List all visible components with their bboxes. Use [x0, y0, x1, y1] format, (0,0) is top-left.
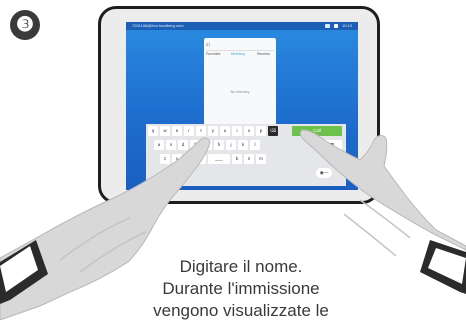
instruction-caption: Digitare il nome. Durante l'immissione v… — [118, 256, 364, 322]
caption-line-1: Digitare il nome. — [179, 257, 303, 276]
caption-line-3: vengono visualizzate le — [153, 301, 329, 320]
caption-line-2: Durante l'immissione — [162, 279, 320, 298]
